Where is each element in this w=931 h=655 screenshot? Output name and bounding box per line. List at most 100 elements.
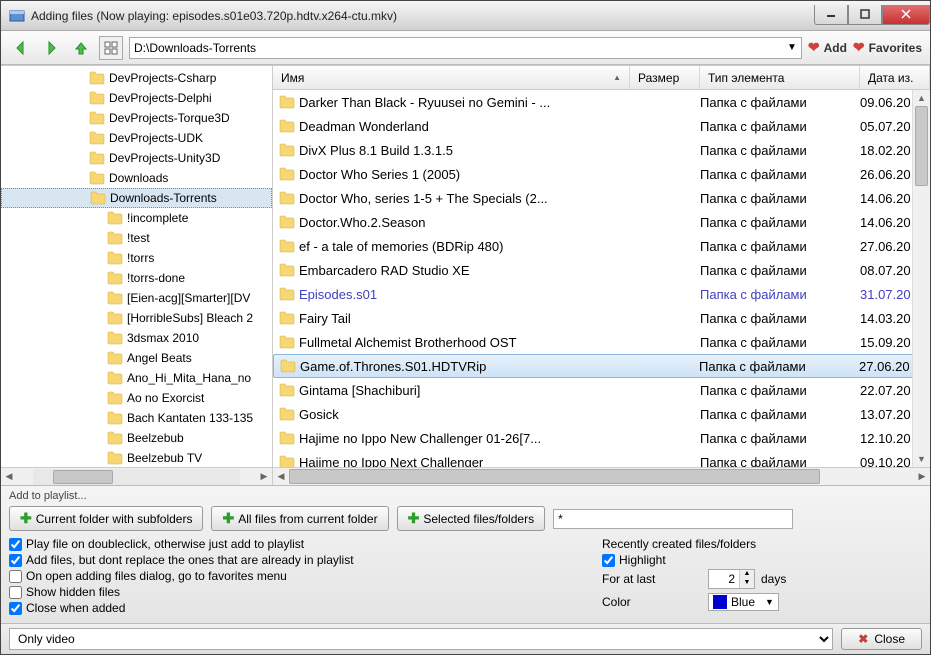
tree-item[interactable]: DevProjects-Delphi xyxy=(1,88,272,108)
tree-item[interactable]: DevProjects-Torque3D xyxy=(1,108,272,128)
tree-item[interactable]: DevProjects-Unity3D xyxy=(1,148,272,168)
chk-play-doubleclick[interactable]: Play file on doubleclick, otherwise just… xyxy=(9,537,602,551)
file-type: Папка с файлами xyxy=(700,287,860,302)
filter-select[interactable]: Only video xyxy=(9,628,833,650)
chk-close-when-added[interactable]: Close when added xyxy=(9,601,602,615)
list-row[interactable]: Fairy TailПапка с файлами14.03.20 xyxy=(273,306,930,330)
tree-item-label: !test xyxy=(127,231,150,245)
list-row[interactable]: DivX Plus 8.1 Build 1.3.1.5Папка с файла… xyxy=(273,138,930,162)
days-input[interactable] xyxy=(709,572,739,586)
list-row[interactable]: Fullmetal Alchemist Brotherhood OSTПапка… xyxy=(273,330,930,354)
folder-tree: DevProjects-Csharp DevProjects-Delphi DevP… xyxy=(1,66,273,485)
list-row[interactable]: Hajime no Ippo New Challenger 01-26[7...… xyxy=(273,426,930,450)
plus-icon: ✚ xyxy=(222,510,234,527)
chk-open-favorites[interactable]: On open adding files dialog, go to favor… xyxy=(9,569,602,583)
column-size[interactable]: Размер xyxy=(630,66,700,89)
add-selected-button[interactable]: ✚Selected files/folders xyxy=(397,506,545,531)
close-button[interactable]: ✖Close xyxy=(841,628,922,650)
color-select[interactable]: Blue ▼ xyxy=(708,593,779,611)
tree-item-label: [Eien-acg][Smarter][DV xyxy=(127,291,250,305)
minimize-button[interactable] xyxy=(814,5,848,25)
path-dropdown-icon[interactable]: ▼ xyxy=(787,42,797,53)
list-hscrollbar[interactable]: ◀▶ xyxy=(273,467,930,485)
nav-back-button[interactable] xyxy=(9,36,33,60)
add-allfiles-button[interactable]: ✚All files from current folder xyxy=(211,506,388,531)
file-name: Game.of.Thrones.S01.HDTVRip xyxy=(300,359,486,374)
tree-item[interactable]: DevProjects-Csharp xyxy=(1,68,272,88)
list-row[interactable]: Doctor Who Series 1 (2005)Папка с файлам… xyxy=(273,162,930,186)
tree-item[interactable]: 3dsmax 2010 xyxy=(1,328,272,348)
list-row[interactable]: Darker Than Black - Ryuusei no Gemini - … xyxy=(273,90,930,114)
tree-item[interactable]: Downloads xyxy=(1,168,272,188)
spin-down-icon[interactable]: ▼ xyxy=(740,579,754,588)
list-row[interactable]: Gintama [Shachiburi]Папка с файлами22.07… xyxy=(273,378,930,402)
list-row[interactable]: GosickПапка с файлами13.07.20 xyxy=(273,402,930,426)
tree-item[interactable]: Bach Kantaten 133-135 xyxy=(1,408,272,428)
tree-item[interactable]: !test xyxy=(1,228,272,248)
column-date[interactable]: Дата из. xyxy=(860,66,930,89)
tree-item-label: Downloads-Torrents xyxy=(110,191,217,205)
favorites-button[interactable]: ❤ Favorites xyxy=(853,39,922,56)
forlast-label: For at last xyxy=(602,572,702,586)
dropdown-icon: ▼ xyxy=(765,597,774,607)
tree-item-label: !torrs xyxy=(127,251,154,265)
nav-forward-button[interactable] xyxy=(39,36,63,60)
tree-item[interactable]: !torrs xyxy=(1,248,272,268)
add-button[interactable]: ❤ Add xyxy=(808,39,847,56)
filter-input[interactable] xyxy=(553,509,793,529)
path-input[interactable] xyxy=(134,41,787,55)
list-row[interactable]: Deadman WonderlandПапка с файлами05.07.2… xyxy=(273,114,930,138)
file-type: Папка с файлами xyxy=(700,335,860,350)
tree-item-label: DevProjects-Delphi xyxy=(109,91,212,105)
tree-item[interactable]: [HorribleSubs] Bleach 2 xyxy=(1,308,272,328)
tree-item[interactable]: DevProjects-UDK xyxy=(1,128,272,148)
close-icon: ✖ xyxy=(858,632,868,646)
tree-item-label: DevProjects-Unity3D xyxy=(109,151,220,165)
days-spinbox[interactable]: ▲▼ xyxy=(708,569,755,589)
list-row[interactable]: Hajime no Ippo Next ChallengerПапка с фа… xyxy=(273,450,930,467)
file-name: Episodes.s01 xyxy=(299,287,377,302)
list-row[interactable]: Embarcadero RAD Studio XEПапка с файлами… xyxy=(273,258,930,282)
list-row[interactable]: Episodes.s01Папка с файлами31.07.20 xyxy=(273,282,930,306)
column-name[interactable]: Имя▲ xyxy=(273,66,630,89)
nav-up-button[interactable] xyxy=(69,36,93,60)
tree-item-label: Bach Kantaten 133-135 xyxy=(127,411,253,425)
chk-highlight[interactable]: Highlight xyxy=(602,553,922,567)
tree-item-label: Ao no Exorcist xyxy=(127,391,204,405)
list-row[interactable]: Doctor Who, series 1-5 + The Specials (2… xyxy=(273,186,930,210)
address-bar[interactable]: ▼ xyxy=(129,37,802,59)
tree-item[interactable]: Angel Beats xyxy=(1,348,272,368)
chk-add-noreplace[interactable]: Add files, but dont replace the ones tha… xyxy=(9,553,602,567)
tree-item[interactable]: Ao no Exorcist xyxy=(1,388,272,408)
column-type[interactable]: Тип элемента xyxy=(700,66,860,89)
tree-item[interactable]: Beelzebub TV xyxy=(1,448,272,467)
tree-item[interactable]: Beelzebub xyxy=(1,428,272,448)
file-type: Папка с файлами xyxy=(700,311,860,326)
view-mode-button[interactable] xyxy=(99,36,123,60)
list-row[interactable]: Doctor.Who.2.SeasonПапка с файлами14.06.… xyxy=(273,210,930,234)
tree-item-label: 3dsmax 2010 xyxy=(127,331,199,345)
list-row[interactable]: Game.of.Thrones.S01.HDTVRipПапка с файла… xyxy=(273,354,930,378)
list-vscrollbar[interactable]: ▲▼ xyxy=(912,90,930,467)
tree-item[interactable]: !incomplete xyxy=(1,208,272,228)
days-label: days xyxy=(761,572,786,586)
tree-item[interactable]: Ano_Hi_Mita_Hana_no xyxy=(1,368,272,388)
close-window-button[interactable] xyxy=(882,5,930,25)
tree-item[interactable]: !torrs-done xyxy=(1,268,272,288)
tree-item[interactable]: [Eien-acg][Smarter][DV xyxy=(1,288,272,308)
tree-item-label: [HorribleSubs] Bleach 2 xyxy=(127,311,253,325)
favorites-label: Favorites xyxy=(869,41,922,55)
file-type: Папка с файлами xyxy=(700,143,860,158)
maximize-button[interactable] xyxy=(848,5,882,25)
file-name: Doctor Who, series 1-5 + The Specials (2… xyxy=(299,191,548,206)
list-header: Имя▲ Размер Тип элемента Дата из. xyxy=(273,66,930,90)
add-subfolders-button[interactable]: ✚Current folder with subfolders xyxy=(9,506,203,531)
tree-hscrollbar[interactable]: ◀▶ xyxy=(1,467,272,485)
file-type: Папка с файлами xyxy=(700,383,860,398)
spin-up-icon[interactable]: ▲ xyxy=(740,570,754,579)
file-type: Папка с файлами xyxy=(700,215,860,230)
chk-show-hidden[interactable]: Show hidden files xyxy=(9,585,602,599)
file-name: Gosick xyxy=(299,407,339,422)
list-row[interactable]: ef - a tale of memories (BDRip 480)Папка… xyxy=(273,234,930,258)
tree-item[interactable]: Downloads-Torrents xyxy=(1,188,272,208)
